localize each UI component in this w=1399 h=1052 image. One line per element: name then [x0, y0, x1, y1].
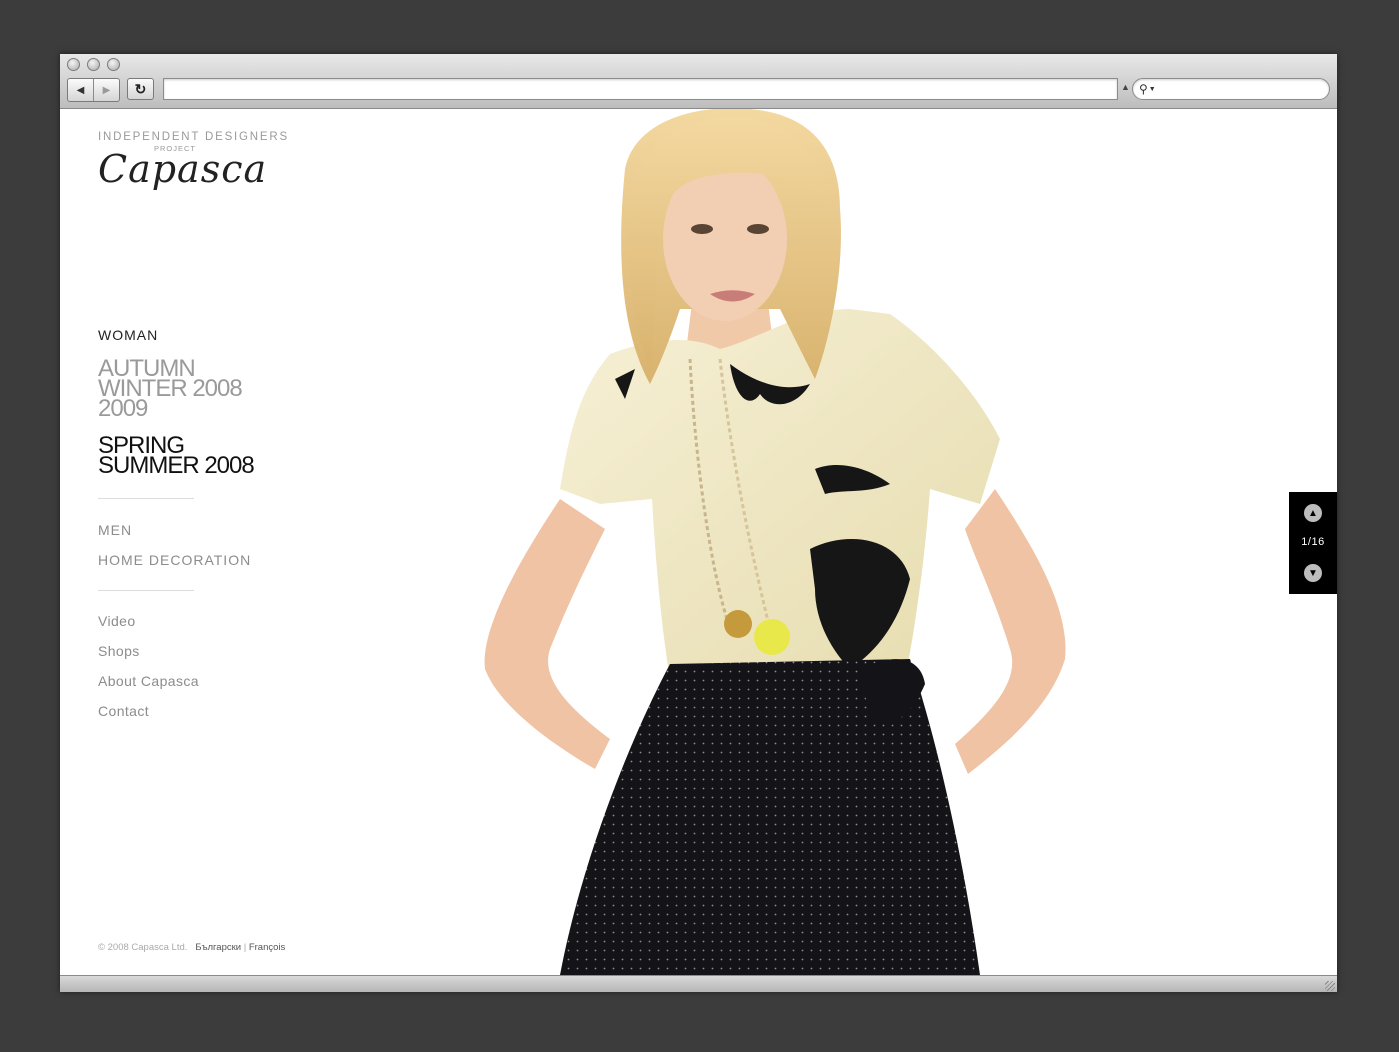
zoom-window-button[interactable]	[107, 58, 120, 71]
chevron-up-icon[interactable]: ▲	[1304, 504, 1322, 522]
window-controls	[67, 58, 120, 71]
site-logo[interactable]: INDEPENDENT DESIGNERS PROJECT Capasca	[98, 131, 289, 191]
slide-pager: ▲ 1/16 ▼	[1289, 492, 1337, 594]
history-buttons: ◀ ▶	[67, 78, 120, 102]
address-dropdown-icon[interactable]: ▲	[1121, 82, 1130, 92]
status-bar	[60, 975, 1337, 992]
resize-grip-icon[interactable]	[1325, 981, 1335, 991]
nav-home-decoration[interactable]: HOME DECORATION	[98, 552, 278, 568]
web-page: INDEPENDENT DESIGNERS PROJECT Capasca WO…	[60, 109, 1337, 975]
nav-about[interactable]: About Capasca	[98, 673, 278, 689]
slide-counter: 1/16	[1301, 536, 1325, 548]
nav-woman[interactable]: WOMAN	[98, 327, 278, 343]
nav-spring-summer-2008[interactable]: SPRING SUMMER 2008	[98, 434, 278, 478]
search-dropdown-icon[interactable]: ▼	[1149, 86, 1156, 93]
language-french-link[interactable]: François	[249, 942, 285, 953]
language-bulgarian-link[interactable]: Български	[195, 942, 241, 953]
nav-autumn-winter-2008-2009[interactable]: AUTUMN WINTER 2008 2009	[98, 357, 278, 421]
back-arrow-icon[interactable]: ◀	[68, 79, 93, 101]
minimize-window-button[interactable]	[87, 58, 100, 71]
nav-video[interactable]: Video	[98, 613, 278, 629]
logo-wordmark: Capasca	[98, 147, 268, 191]
reload-icon[interactable]: ↻	[127, 78, 154, 100]
browser-toolbar: ◀ ▶ ↻ ▲ ⚲ ▼	[60, 54, 1337, 109]
language-separator: |	[243, 942, 247, 953]
divider	[98, 590, 194, 591]
copyright-text: © 2008 Capasca Ltd.	[98, 942, 188, 953]
close-window-button[interactable]	[67, 58, 80, 71]
browser-window: ◀ ▶ ↻ ▲ ⚲ ▼ INDEPENDENT DESIGNERS PROJEC…	[60, 54, 1337, 992]
search-icon: ⚲	[1139, 82, 1148, 96]
collection-photo	[484, 109, 1066, 975]
main-navigation: WOMAN AUTUMN WINTER 2008 2009 SPRING SUM…	[98, 327, 278, 719]
nav-contact[interactable]: Contact	[98, 703, 278, 719]
address-bar[interactable]	[163, 78, 1118, 100]
chevron-down-icon[interactable]: ▼	[1304, 564, 1322, 582]
forward-arrow-icon[interactable]: ▶	[93, 79, 119, 101]
nav-men[interactable]: MEN	[98, 522, 278, 538]
page-footer: © 2008 Capasca Ltd. Български | François	[98, 942, 285, 953]
logo-tagline: INDEPENDENT DESIGNERS	[98, 131, 289, 143]
nav-shops[interactable]: Shops	[98, 643, 278, 659]
divider	[98, 498, 194, 499]
search-input[interactable]: ⚲ ▼	[1132, 78, 1330, 100]
